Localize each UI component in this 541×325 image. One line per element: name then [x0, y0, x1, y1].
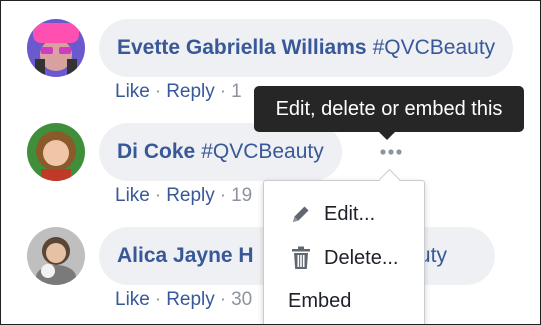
separator-dot: ·: [154, 185, 162, 206]
separator-dot: ·: [219, 81, 227, 102]
pencil-icon: [288, 201, 314, 227]
like-link[interactable]: Like: [115, 289, 150, 310]
menu-item-label: Edit...: [324, 202, 376, 225]
comment-author[interactable]: Di Coke: [117, 140, 195, 164]
reply-link[interactable]: Reply: [166, 289, 215, 310]
comment-actions: Like · Reply · 1: [115, 81, 242, 103]
tooltip-arrow: [379, 132, 395, 140]
comment-timestamp[interactable]: 19: [231, 185, 252, 206]
separator-dot: ·: [154, 289, 162, 310]
ellipsis-icon: [380, 149, 402, 155]
comment-bubble: Evette Gabriella Williams #QVCBeauty: [99, 19, 514, 77]
separator-dot: ·: [219, 289, 227, 310]
tooltip: Edit, delete or embed this: [254, 86, 524, 132]
reply-link[interactable]: Reply: [166, 185, 215, 206]
separator-dot: ·: [219, 185, 227, 206]
separator-dot: ·: [154, 81, 162, 102]
reply-link[interactable]: Reply: [166, 81, 215, 102]
avatar[interactable]: [27, 123, 85, 181]
comment-timestamp[interactable]: 30: [231, 289, 252, 310]
menu-item-embed[interactable]: Embed: [264, 281, 424, 321]
comment-author[interactable]: Alica Jayne H: [117, 244, 254, 268]
menu-item-label: Delete...: [324, 246, 399, 269]
comment-actions: Like · Reply · 19: [115, 185, 252, 207]
more-options-button[interactable]: [377, 141, 405, 163]
comment-author[interactable]: Evette Gabriella Williams: [117, 36, 367, 60]
like-link[interactable]: Like: [115, 185, 150, 206]
like-link[interactable]: Like: [115, 81, 150, 102]
menu-item-edit[interactable]: Edit...: [264, 194, 424, 234]
comment-hashtag[interactable]: #QVCBeauty: [201, 140, 324, 164]
comment-actions: Like · Reply · 30: [115, 289, 252, 311]
trash-icon: [288, 245, 314, 271]
comment-timestamp[interactable]: 1: [231, 81, 242, 102]
options-menu: Edit... Delete... Embed: [263, 180, 425, 324]
comment-hashtag[interactable]: #QVCBeauty: [373, 36, 496, 60]
avatar[interactable]: [27, 227, 85, 285]
menu-item-label: Embed: [288, 289, 352, 312]
comments-panel: Evette Gabriella Williams #QVCBeauty Lik…: [0, 0, 541, 325]
tooltip-text: Edit, delete or embed this: [275, 97, 503, 120]
menu-item-delete[interactable]: Delete...: [264, 238, 424, 278]
avatar[interactable]: [27, 19, 85, 77]
